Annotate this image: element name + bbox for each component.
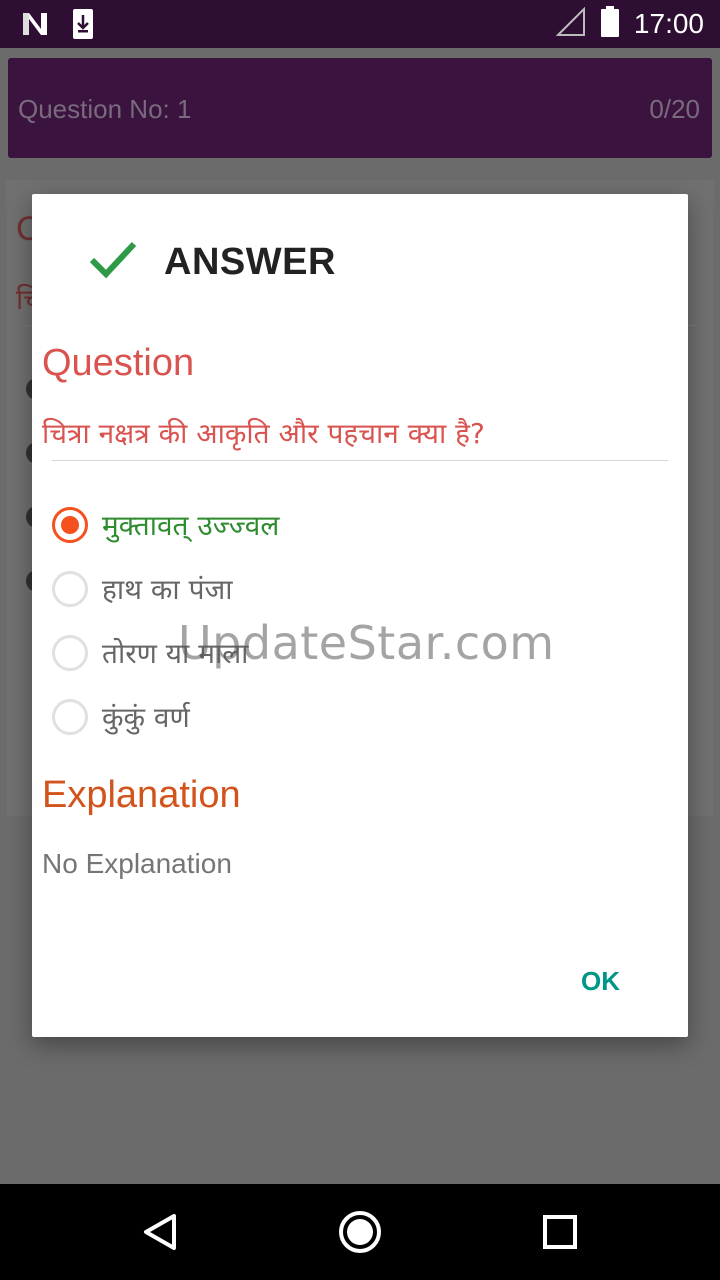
home-icon[interactable]	[336, 1208, 384, 1256]
explanation-heading: Explanation	[42, 774, 241, 816]
option-label: कुंकुं वर्ण	[102, 701, 190, 734]
battery-icon	[600, 6, 620, 42]
clock: 17:00	[633, 8, 704, 39]
question-number: Question No: 1	[18, 94, 192, 124]
status-bar: 17:00	[0, 0, 720, 48]
n-logo-icon	[20, 9, 50, 43]
option-label: हाथ का पंजा	[102, 573, 233, 606]
signal-icon	[555, 6, 586, 41]
answer-dialog: ANSWER Question चित्रा नक्षत्र की आकृति …	[32, 194, 688, 1037]
question-text: चित्रा नक्षत्र की आकृति और पहचान क्या है…	[42, 417, 485, 450]
option-label: मुक्तावत् उज्ज्वल	[102, 509, 280, 542]
divider	[52, 460, 668, 461]
explanation-text: No Explanation	[42, 848, 232, 879]
radio-unselected[interactable]	[52, 635, 88, 671]
radio-selected[interactable]	[52, 507, 88, 543]
ok-button[interactable]: OK	[581, 966, 620, 997]
dialog-title: ANSWER	[164, 240, 336, 283]
dialog-header: ANSWER	[88, 240, 336, 284]
download-icon	[72, 8, 94, 44]
checkmark-icon	[88, 240, 138, 284]
option-label: तोरण या माला	[102, 637, 249, 670]
question-heading: Question	[42, 342, 195, 384]
radio-unselected[interactable]	[52, 699, 88, 735]
radio-unselected[interactable]	[52, 571, 88, 607]
question-header: Question No: 1 0/20	[8, 58, 712, 158]
recents-icon[interactable]	[536, 1208, 584, 1256]
back-icon[interactable]	[136, 1208, 184, 1256]
option-2[interactable]: हाथ का पंजा	[52, 570, 233, 608]
option-1[interactable]: मुक्तावत् उज्ज्वल	[52, 506, 279, 544]
progress-count: 0/20	[649, 94, 700, 124]
option-4[interactable]: कुंकुं वर्ण	[52, 698, 190, 736]
navigation-bar	[0, 1184, 720, 1280]
option-3[interactable]: तोरण या माला	[52, 634, 248, 672]
